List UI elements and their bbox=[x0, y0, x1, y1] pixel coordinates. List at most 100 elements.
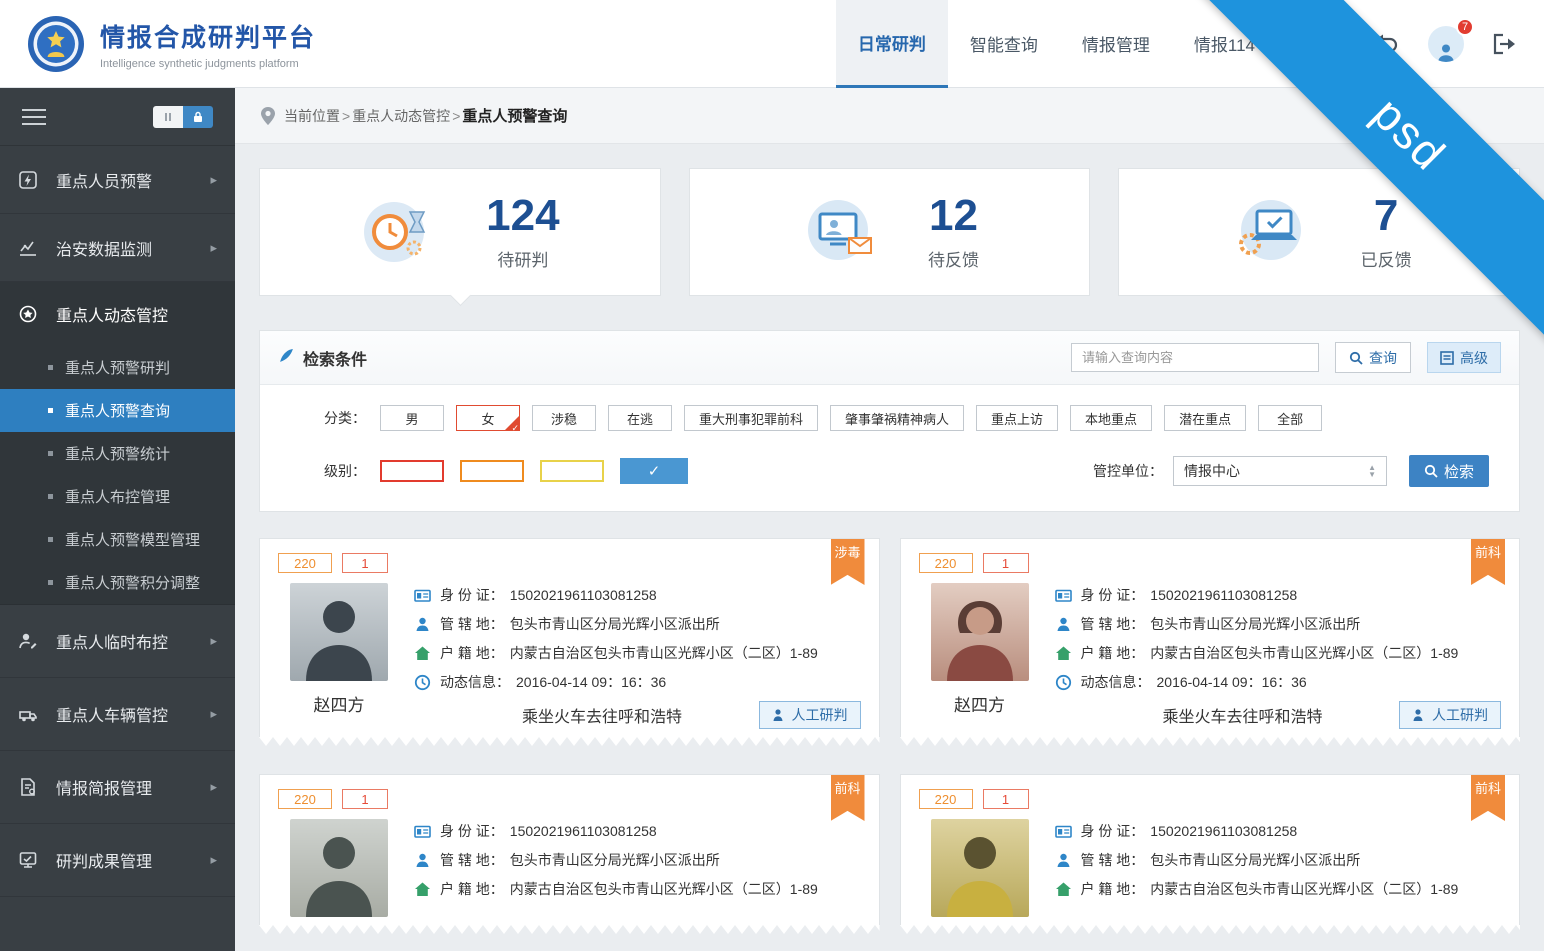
police-badge-logo bbox=[26, 14, 86, 74]
nav-item-intel-management[interactable]: 情报管理 bbox=[1060, 0, 1172, 88]
level-option-red[interactable] bbox=[380, 460, 444, 482]
main: 当前位置 > 重点人动态管控 > 重点人预警查询 bbox=[235, 88, 1544, 951]
category-criminal-record[interactable]: 重大刑事犯罪前科 bbox=[684, 405, 818, 431]
search-input[interactable] bbox=[1071, 343, 1319, 372]
search-panel-title: 检索条件 bbox=[303, 346, 367, 370]
sidebar-item-temporary-control[interactable]: 重点人临时布控 ▸ bbox=[0, 605, 235, 678]
bullet-icon bbox=[48, 408, 53, 413]
zigzag-edge bbox=[900, 737, 1521, 746]
category-potential-key[interactable]: 潜在重点 bbox=[1164, 405, 1246, 431]
search-button[interactable]: 检索 bbox=[1409, 455, 1489, 487]
chevron-right-icon: ▸ bbox=[210, 706, 217, 722]
category-stability[interactable]: 涉稳 bbox=[532, 405, 596, 431]
tag-ribbon: 前科 bbox=[831, 775, 865, 821]
stat-card-pending-judgment[interactable]: 124 待研判 bbox=[259, 168, 661, 296]
level-row: 级别： 管控单位： 情报中心 ▲▼ bbox=[290, 455, 1489, 487]
sidebar-item-vehicle-control[interactable]: 重点人车辆管控 ▸ bbox=[0, 678, 235, 751]
category-local-key[interactable]: 本地重点 bbox=[1070, 405, 1152, 431]
id-card-icon bbox=[414, 587, 431, 604]
category-all[interactable]: 全部 bbox=[1258, 405, 1322, 431]
chevron-right-icon: ▸ bbox=[210, 633, 217, 649]
breadcrumb-parent[interactable]: 重点人动态管控 bbox=[352, 106, 450, 126]
nav-item-smart-query[interactable]: 智能查询 bbox=[948, 0, 1060, 88]
clock-icon bbox=[414, 674, 431, 691]
person-photo bbox=[290, 819, 388, 917]
search-icon bbox=[1424, 464, 1438, 478]
person-card: 前科 220 1 bbox=[259, 774, 880, 934]
sidebar-item-label: 重点人车辆管控 bbox=[56, 702, 168, 726]
manual-judgment-button[interactable]: 人工研判 bbox=[1399, 701, 1501, 729]
results-icon bbox=[18, 850, 42, 870]
category-female[interactable]: 女 bbox=[456, 405, 520, 431]
level-option-blue-selected[interactable] bbox=[620, 458, 688, 484]
monitor-message-icon bbox=[800, 194, 880, 271]
user-avatar[interactable]: 7 bbox=[1428, 26, 1464, 62]
select-arrows-icon: ▲▼ bbox=[1368, 464, 1376, 478]
category-male[interactable]: 男 bbox=[380, 405, 444, 431]
lock-icon[interactable] bbox=[183, 106, 213, 128]
tag-ribbon: 前科 bbox=[1471, 539, 1505, 585]
sidebar-item-key-person-dynamic-control[interactable]: 重点人动态管控 bbox=[0, 282, 235, 346]
person-card: 涉毒 220 1 赵四方 bbox=[259, 538, 880, 746]
bullet-icon bbox=[48, 537, 53, 542]
sidebar-item-label: 治安数据监测 bbox=[56, 236, 152, 260]
person-edit-icon bbox=[18, 631, 42, 651]
nav-item-daily-judgment[interactable]: 日常研判 bbox=[836, 0, 948, 88]
person-name: 赵四方 bbox=[919, 691, 1041, 716]
chevron-right-icon: ▸ bbox=[210, 172, 217, 188]
brand: 情报合成研判平台 Intelligence synthetic judgment… bbox=[0, 14, 316, 74]
search-panel-header: 检索条件 查询 高级 bbox=[260, 331, 1519, 385]
sidebar-top-bar bbox=[0, 88, 235, 146]
sidebar-item-judgment-results-management[interactable]: 研判成果管理 ▸ bbox=[0, 824, 235, 897]
sidebar-subitem-warning-judgment[interactable]: 重点人预警研判 bbox=[0, 346, 235, 389]
stat-card-pending-feedback[interactable]: 12 待反馈 bbox=[689, 168, 1091, 296]
level-label: 级别： bbox=[290, 461, 366, 481]
feather-icon bbox=[278, 347, 295, 369]
unpinned-segment[interactable] bbox=[153, 106, 183, 128]
unit-select[interactable]: 情报中心 ▲▼ bbox=[1173, 456, 1387, 486]
logout-icon[interactable] bbox=[1492, 33, 1516, 55]
advanced-button[interactable]: 高级 bbox=[1427, 342, 1501, 373]
level-option-yellow[interactable] bbox=[540, 460, 604, 482]
score-badge: 220 bbox=[278, 553, 332, 573]
sidebar-subitem-warning-model-management[interactable]: 重点人预警模型管理 bbox=[0, 518, 235, 561]
person-photo bbox=[290, 583, 388, 681]
bullet-icon bbox=[48, 365, 53, 370]
chevron-right-icon: ▸ bbox=[210, 240, 217, 256]
person-photo bbox=[931, 819, 1029, 917]
category-fugitive[interactable]: 在逃 bbox=[608, 405, 672, 431]
category-key-petitioner[interactable]: 重点上访 bbox=[976, 405, 1058, 431]
category-mental-illness[interactable]: 肇事肇祸精神病人 bbox=[830, 405, 964, 431]
query-button[interactable]: 查询 bbox=[1335, 342, 1411, 373]
location-pin-icon bbox=[261, 107, 275, 125]
manual-judgment-button[interactable]: 人工研判 bbox=[759, 701, 861, 729]
category-row: 分类： 男 女 涉稳 在逃 重大刑事犯罪前科 肇事肇祸精神病人 重点上访 本地重… bbox=[290, 405, 1489, 431]
jurisdiction-icon bbox=[414, 852, 431, 869]
level-option-orange[interactable] bbox=[460, 460, 524, 482]
level-badge: 1 bbox=[983, 553, 1029, 573]
search-panel: 检索条件 查询 高级 分类 bbox=[259, 330, 1520, 512]
sidebar-subitem-warning-score-adjust[interactable]: 重点人预警积分调整 bbox=[0, 561, 235, 604]
breadcrumb-current: 重点人预警查询 bbox=[462, 105, 567, 126]
menu-collapse-icon[interactable] bbox=[22, 104, 46, 130]
content: 124 待研判 bbox=[235, 144, 1544, 934]
id-card-icon bbox=[414, 823, 431, 840]
sidebar-item-key-person-warning[interactable]: 重点人员预警 ▸ bbox=[0, 146, 235, 214]
sidebar-subitem-control-management[interactable]: 重点人布控管理 bbox=[0, 475, 235, 518]
sidebar-subitem-warning-query[interactable]: 重点人预警查询 bbox=[0, 389, 235, 432]
id-card-icon bbox=[1055, 587, 1072, 604]
stat-label: 待反馈 bbox=[928, 246, 979, 271]
bullet-icon bbox=[48, 494, 53, 499]
sidebar-subitem-warning-statistics[interactable]: 重点人预警统计 bbox=[0, 432, 235, 475]
sidebar-item-briefing-management[interactable]: 情报简报管理 ▸ bbox=[0, 751, 235, 824]
clock-hourglass-icon bbox=[360, 194, 438, 271]
tag-ribbon: 涉毒 bbox=[831, 539, 865, 585]
breadcrumb-label: 当前位置 bbox=[284, 106, 340, 126]
app-subtitle: Intelligence synthetic judgments platfor… bbox=[100, 58, 316, 70]
sidebar-pin-toggle[interactable] bbox=[153, 106, 213, 128]
advanced-filter-icon bbox=[1440, 351, 1454, 365]
person-icon bbox=[1412, 708, 1426, 722]
search-panel-body: 分类： 男 女 涉稳 在逃 重大刑事犯罪前科 肇事肇祸精神病人 重点上访 本地重… bbox=[260, 385, 1519, 511]
sidebar-item-security-data-monitor[interactable]: 治安数据监测 ▸ bbox=[0, 214, 235, 282]
sidebar-item-label: 重点人动态管控 bbox=[56, 302, 168, 326]
